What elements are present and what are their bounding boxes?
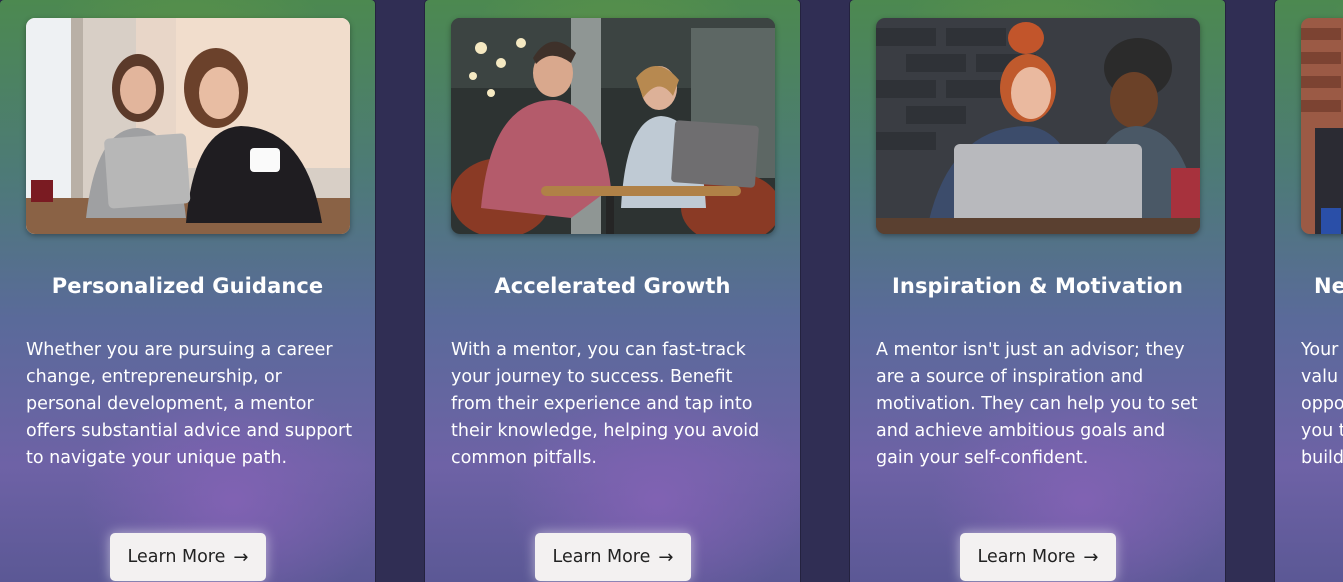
- button-label: Learn More: [127, 547, 226, 567]
- learn-more-button[interactable]: Learn More →: [535, 533, 691, 581]
- card-image: [876, 18, 1200, 234]
- arrow-right-icon: →: [658, 546, 674, 568]
- card-description: With a mentor, you can fast-track your j…: [451, 340, 760, 468]
- arrow-right-icon: →: [233, 546, 249, 568]
- card-title: Accelerated Growth: [494, 274, 731, 298]
- card-personalized-guidance: Personalized Guidance Whether you are pu…: [0, 0, 375, 582]
- learn-more-button[interactable]: Learn More →: [960, 533, 1116, 581]
- button-label: Learn More: [552, 547, 651, 567]
- card-partial: Ne Your valu oppo you t build: [1275, 0, 1343, 582]
- learn-more-button[interactable]: Learn More →: [110, 533, 266, 581]
- card-image: [26, 18, 350, 234]
- card-title: Ne: [1314, 274, 1343, 298]
- card-title: Personalized Guidance: [51, 274, 324, 298]
- card-image: [451, 18, 775, 234]
- card-description: Your valu oppo you t build: [1301, 340, 1343, 468]
- card-title: Inspiration & Motivation: [891, 274, 1183, 298]
- button-label: Learn More: [977, 547, 1076, 567]
- card-description: Whether you are pursuing a career change…: [26, 340, 353, 468]
- card-image: [1301, 18, 1343, 234]
- arrow-right-icon: →: [1083, 546, 1099, 568]
- card-inspiration-motivation: Inspiration & Motivation A mentor isn't …: [850, 0, 1225, 582]
- feature-cards-carousel: Personalized Guidance Whether you are pu…: [0, 0, 1343, 582]
- card-accelerated-growth: Accelerated Growth With a mentor, you ca…: [425, 0, 800, 582]
- card-description: A mentor isn't just an advisor; they are…: [876, 340, 1198, 468]
